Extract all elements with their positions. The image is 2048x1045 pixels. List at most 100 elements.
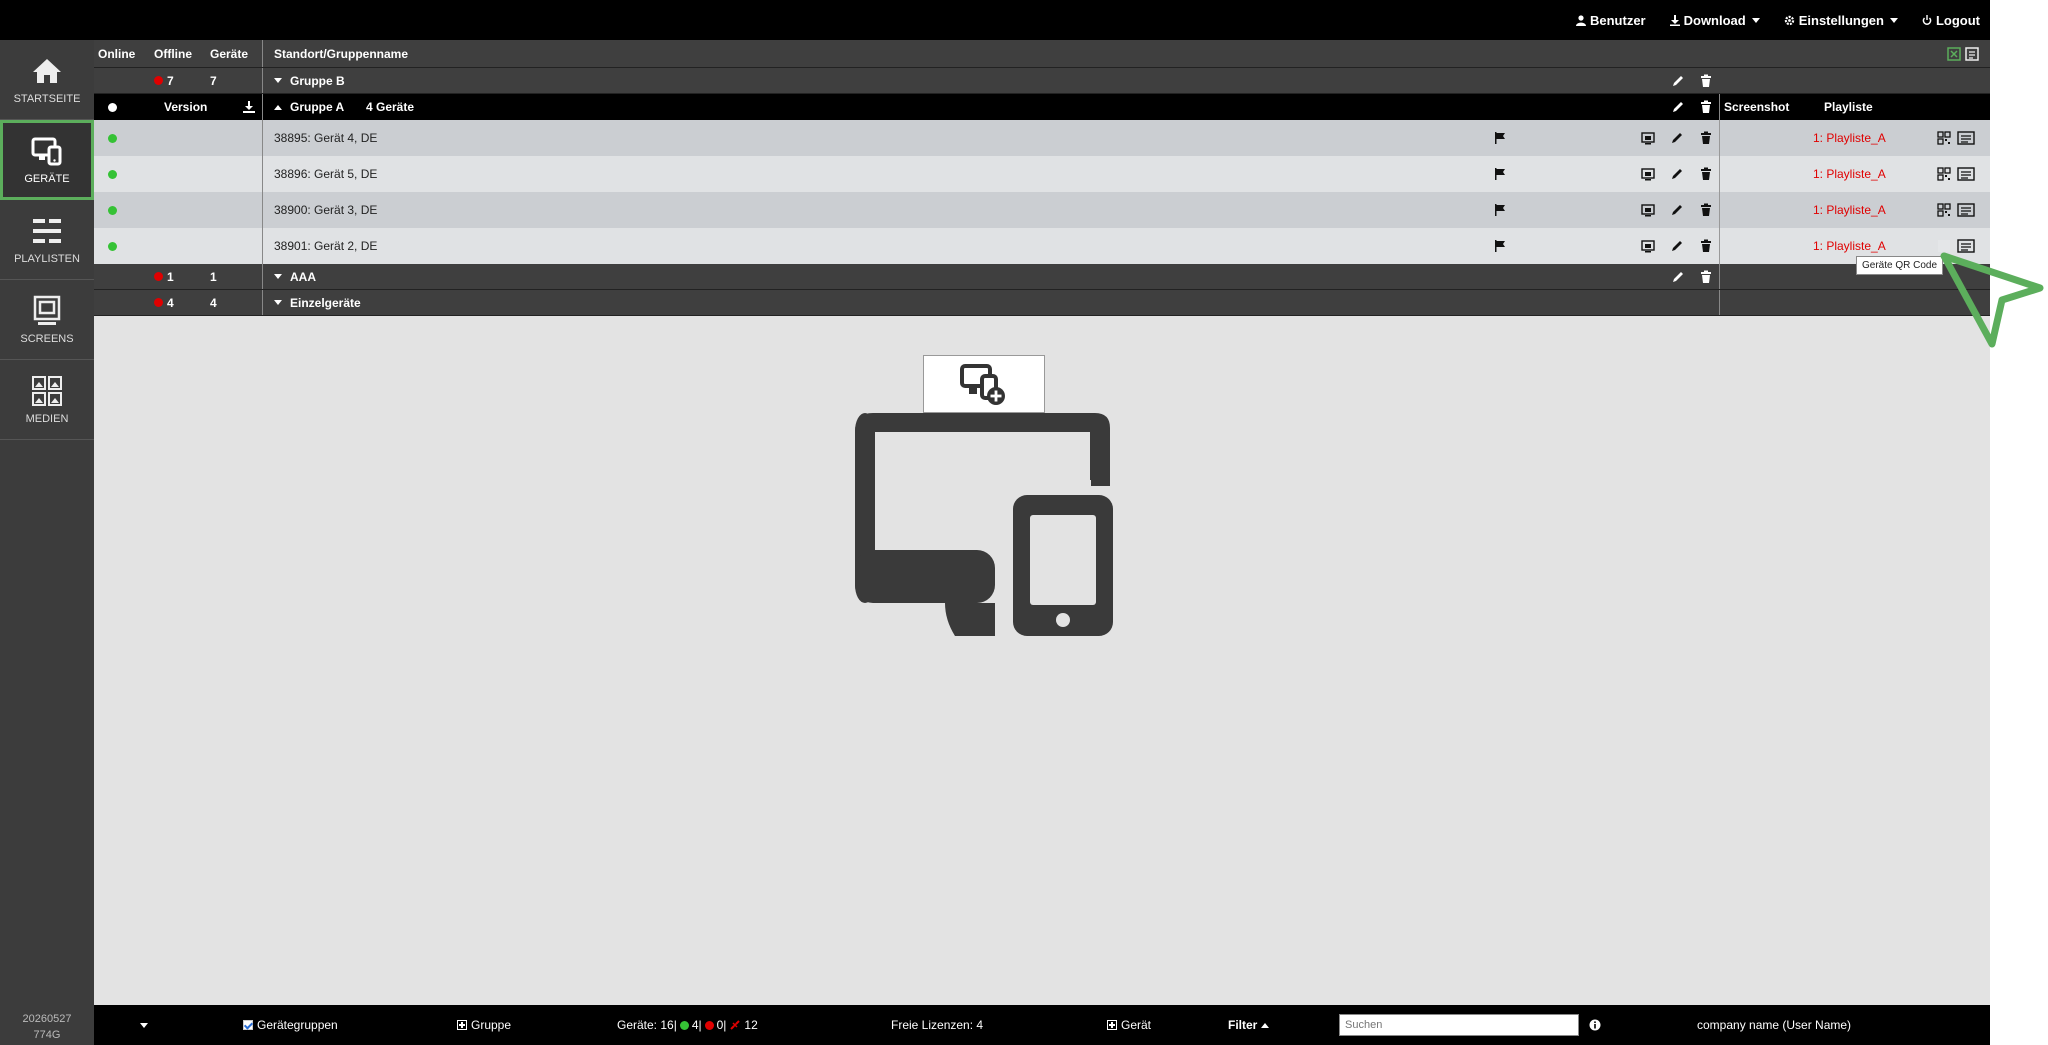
column-divider [1719, 156, 1720, 192]
add-group-button[interactable]: Gruppe [457, 1005, 511, 1045]
add-device-footer-button[interactable]: Gerät [1107, 1005, 1151, 1045]
group-toggle[interactable]: Gruppe A [274, 100, 344, 114]
device-details-icon[interactable] [1957, 167, 1975, 181]
checkbox-checked-icon[interactable] [243, 1020, 253, 1030]
playlist-link[interactable]: 1: Playliste_A [1813, 239, 1886, 253]
online-status-dot [108, 169, 117, 179]
header-online[interactable]: Online [98, 47, 135, 61]
user-menu[interactable]: Benutzer [1575, 13, 1646, 28]
group-toggle[interactable]: Einzelgeräte [274, 296, 361, 310]
sidebar-item-media[interactable]: MEDIEN [0, 360, 94, 440]
header-devices[interactable]: Geräte [210, 47, 248, 61]
flag-icon[interactable] [1493, 203, 1507, 217]
sidebar-item-screens[interactable]: SCREENS [0, 280, 94, 360]
group-row-gruppe-a[interactable]: Version Gruppe A 4 Geräte Screenshot Pla… [94, 94, 1990, 120]
stats-offline: 0| [716, 1018, 727, 1032]
offline-status-dot [154, 272, 163, 281]
table-row[interactable]: 38895: Gerät 4, DE 1: Playliste_A [94, 120, 1990, 156]
trash-icon[interactable] [1699, 167, 1713, 181]
device-groups-checkbox[interactable]: Gerätegruppen [243, 1005, 338, 1045]
edit-icon[interactable] [1671, 270, 1685, 284]
devices-illustration-icon [855, 413, 1113, 636]
device-name[interactable]: 38901: Gerät 2, DE [274, 239, 377, 253]
device-stats: Geräte: 16| 4| 0| 12 [617, 1005, 758, 1045]
version-line-2: 774G [33, 1029, 61, 1041]
device-name[interactable]: 38900: Gerät 3, DE [274, 203, 377, 217]
header-version[interactable]: Version [164, 100, 207, 114]
qr-code-icon[interactable] [1937, 203, 1951, 217]
search-input[interactable] [1339, 1014, 1579, 1036]
header-playlist[interactable]: Playliste [1824, 100, 1873, 114]
offline-count: 1 [154, 270, 174, 284]
logout-link[interactable]: Logout [1922, 13, 1980, 28]
playlist-icon [33, 218, 61, 243]
edit-icon[interactable] [1671, 74, 1685, 88]
settings-menu[interactable]: Einstellungen [1784, 13, 1898, 28]
download-menu[interactable]: Download [1669, 13, 1760, 28]
free-licenses: Freie Lizenzen: 4 [891, 1005, 983, 1045]
sidebar-item-devices[interactable]: GERÄTE [0, 120, 94, 200]
sidebar-item-label: GERÄTE [24, 173, 70, 185]
header-offline[interactable]: Offline [154, 47, 192, 61]
trash-icon[interactable] [1699, 270, 1713, 284]
trash-icon[interactable] [1699, 203, 1713, 217]
offline-count-value: 4 [167, 295, 174, 310]
group-name: AAA [290, 269, 316, 284]
edit-icon[interactable] [1671, 100, 1685, 114]
trash-icon[interactable] [1699, 74, 1713, 88]
screenshot-icon[interactable] [1641, 203, 1655, 217]
online-status [108, 133, 117, 143]
export-pdf-icon[interactable] [1965, 47, 1979, 61]
device-details-icon[interactable] [1957, 203, 1975, 217]
group-row-einzelgeraete[interactable]: 4 4 Einzelgeräte [94, 290, 1990, 316]
group-toggle[interactable]: AAA [274, 270, 316, 284]
footer-menu-toggle[interactable] [138, 1005, 148, 1045]
trash-icon[interactable] [1699, 100, 1713, 114]
group-row-aaa[interactable]: 1 1 AAA [94, 264, 1990, 290]
qr-code-icon[interactable] [1937, 167, 1951, 181]
filter-toggle[interactable]: Filter [1228, 1005, 1270, 1045]
group-toggle[interactable]: Gruppe B [274, 74, 345, 88]
group-row-gruppe-b[interactable]: 7 7 Gruppe B [94, 68, 1990, 94]
flag-icon[interactable] [1493, 239, 1507, 253]
header-location[interactable]: Standort/Gruppenname [274, 47, 408, 61]
flag-icon[interactable] [1493, 131, 1507, 145]
top-bar: Benutzer Download Einstellungen Logout [0, 0, 1990, 40]
screenshot-icon[interactable] [1641, 167, 1655, 181]
header-screenshot[interactable]: Screenshot [1724, 100, 1789, 114]
add-device-button[interactable] [923, 355, 1045, 413]
screenshot-icon[interactable] [1641, 239, 1655, 253]
device-count: 4 [210, 295, 217, 310]
sidebar-item-home[interactable]: STARTSEITE [0, 40, 94, 120]
plus-square-icon [1107, 1020, 1117, 1030]
device-details-icon[interactable] [1957, 131, 1975, 145]
sidebar-item-playlists[interactable]: PLAYLISTEN [0, 200, 94, 280]
edit-icon[interactable] [1670, 203, 1684, 217]
export-excel-icon[interactable] [1947, 47, 1961, 61]
sidebar-item-label: SCREENS [20, 332, 74, 345]
download-icon[interactable] [242, 100, 256, 114]
table-row[interactable]: 38896: Gerät 5, DE 1: Playliste_A [94, 156, 1990, 192]
edit-icon[interactable] [1670, 167, 1684, 181]
info-icon[interactable] [1589, 1019, 1601, 1031]
playlist-link[interactable]: 1: Playliste_A [1813, 203, 1886, 217]
company-user: company name (User Name) [1697, 1005, 1851, 1045]
device-name[interactable]: 38895: Gerät 4, DE [274, 131, 377, 145]
trash-icon[interactable] [1699, 239, 1713, 253]
table-row[interactable]: 38901: Gerät 2, DE 1: Playliste_A [94, 228, 1990, 264]
version-line-1: 20260527 [22, 1013, 72, 1025]
flag-icon[interactable] [1493, 167, 1507, 181]
table-row[interactable]: 38900: Gerät 3, DE 1: Playliste_A [94, 192, 1990, 228]
device-name[interactable]: 38896: Gerät 5, DE [274, 167, 377, 181]
screenshot-icon[interactable] [1641, 131, 1655, 145]
footer-bar: Gerätegruppen Gruppe Geräte: 16| 4| 0| 1… [94, 1005, 1990, 1045]
qr-code-icon[interactable] [1937, 131, 1951, 145]
online-status-dot [108, 241, 117, 251]
trash-icon[interactable] [1699, 131, 1713, 145]
playlist-link[interactable]: 1: Playliste_A [1813, 167, 1886, 181]
column-divider [1719, 94, 1720, 120]
chevron-down-icon [274, 300, 282, 305]
edit-icon[interactable] [1670, 239, 1684, 253]
edit-icon[interactable] [1670, 131, 1684, 145]
playlist-link[interactable]: 1: Playliste_A [1813, 131, 1886, 145]
